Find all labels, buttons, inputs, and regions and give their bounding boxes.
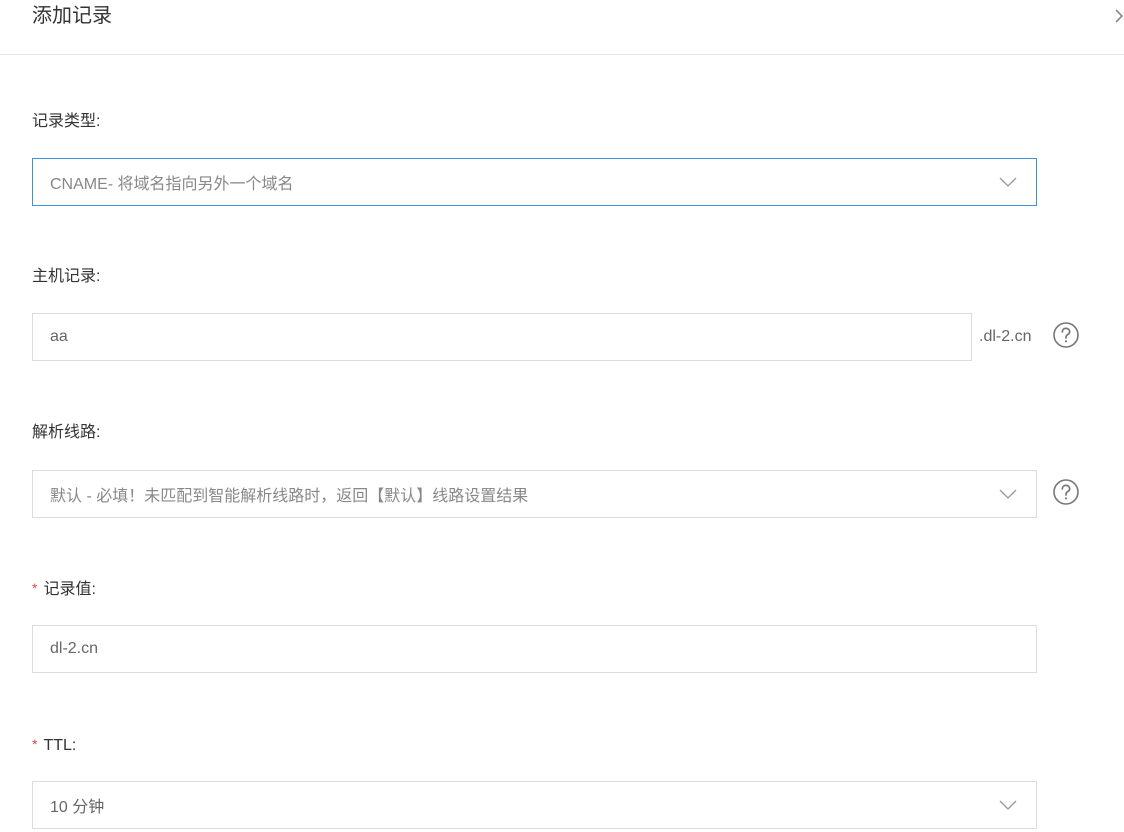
required-mark: *: [32, 580, 38, 596]
record-value-value: dl-2.cn: [50, 640, 99, 657]
host-record-label: 主机记录:: [32, 268, 101, 285]
resolution-line-select[interactable]: 默认 - 必填！未匹配到智能解析线路时，返回【默认】线路设置结果: [32, 470, 1037, 518]
record-value-input[interactable]: dl-2.cn: [32, 625, 1037, 673]
chevron-down-icon: [999, 800, 1017, 810]
resolution-line-value: 默认 - 必填！未匹配到智能解析线路时，返回【默认】线路设置结果: [50, 488, 529, 505]
host-record-input[interactable]: aa: [32, 313, 972, 361]
chevron-down-icon: [999, 177, 1017, 187]
record-type-label: 记录类型:: [32, 113, 101, 130]
record-type-select[interactable]: CNAME- 将域名指向另外一个域名: [32, 158, 1037, 206]
record-value-label: * 记录值:: [32, 578, 96, 601]
dialog-title: 添加记录: [32, 5, 112, 27]
ttl-value: 10 分钟: [50, 799, 105, 816]
domain-suffix: .dl-2.cn: [979, 328, 1032, 345]
question-circle-icon[interactable]: [1052, 478, 1080, 506]
question-circle-icon[interactable]: [1052, 321, 1080, 349]
host-record-value: aa: [50, 328, 68, 345]
record-type-value: CNAME- 将域名指向另外一个域名: [50, 176, 294, 193]
ttl-label: * TTL:: [32, 734, 76, 757]
dialog-header: 添加记录: [0, 0, 1124, 55]
ttl-label-text: TTL:: [43, 737, 77, 754]
record-value-label-text: 记录值:: [43, 581, 96, 598]
resolution-line-label: 解析线路:: [32, 424, 101, 441]
chevron-down-icon: [999, 489, 1017, 499]
required-mark: *: [32, 736, 38, 752]
close-icon[interactable]: [1110, 4, 1124, 26]
ttl-select[interactable]: 10 分钟: [32, 781, 1037, 829]
